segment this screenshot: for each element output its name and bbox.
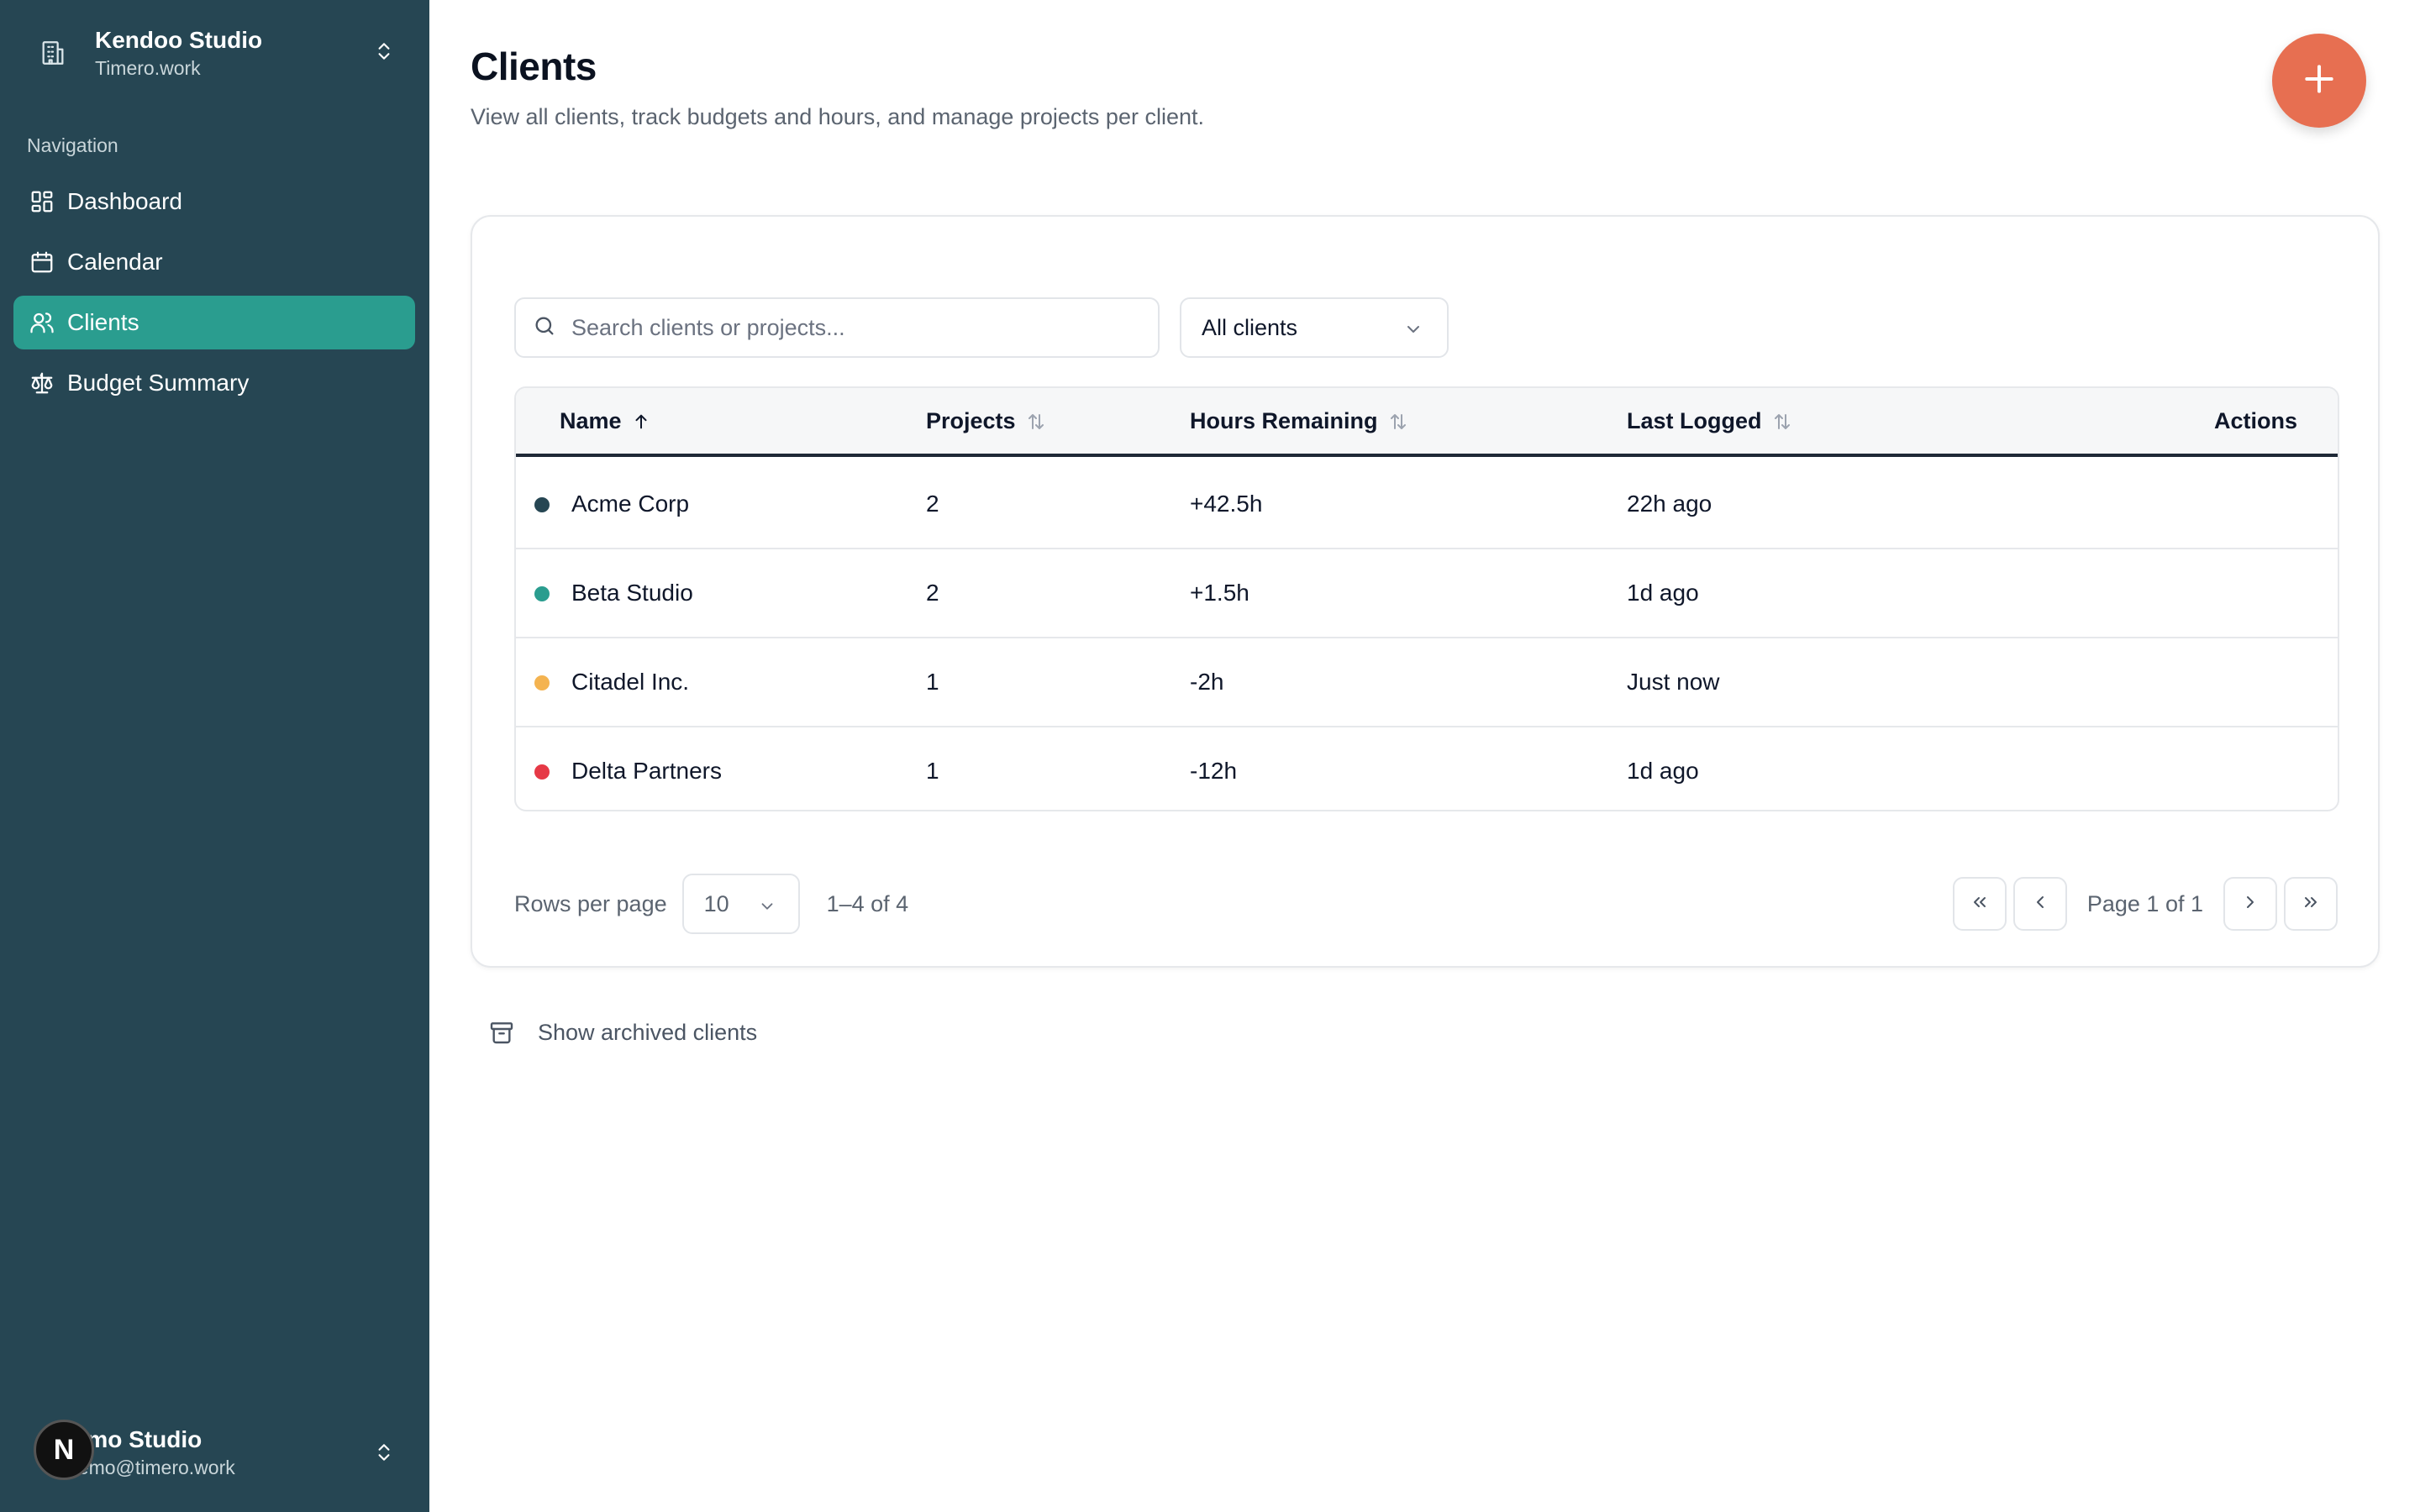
column-header-last-logged[interactable]: Last Logged [1627,408,1792,434]
user-switcher[interactable]: mo Studio demo@timero.work N [25,1420,412,1495]
chevrons-left-icon [1970,892,1990,916]
sidebar-item-budget-summary[interactable]: Budget Summary [13,356,415,410]
client-hours-remaining: -12h [1190,758,1238,784]
sidebar-item-label: Budget Summary [67,370,250,396]
chevron-right-icon [2240,892,2260,916]
client-color-dot [534,586,550,601]
clients-card: All clients Name Projects Hours Remainin… [471,215,2380,968]
plus-icon [2301,60,2338,102]
team-switcher[interactable]: Kendoo Studio Timero.work [25,18,412,87]
sidebar-item-calendar[interactable]: Calendar [13,235,415,289]
pagination-controls: Page 1 of 1 [1952,874,2338,934]
table-row[interactable]: Delta Partners 1 -12h 1d ago [516,727,2338,810]
client-color-dot [534,764,550,780]
client-projects: 2 [926,491,939,517]
sidebar: Kendoo Studio Timero.work Navigation Das… [0,0,429,1512]
sidebar-item-clients[interactable]: Clients [13,296,415,349]
chevron-down-icon [758,895,776,921]
team-domain: Timero.work [95,57,201,79]
client-name[interactable]: Delta Partners [571,758,722,785]
sidebar-item-label: Dashboard [67,188,182,214]
table-header: Name Projects Hours Remaining Last Logge… [516,388,2338,457]
sort-icon [1388,412,1408,432]
add-client-button[interactable] [2272,34,2366,128]
client-hours-remaining: -2h [1190,669,1224,695]
client-projects: 1 [926,669,939,695]
team-name: Kendoo Studio [95,27,263,53]
rows-per-page-value: 10 [703,890,729,916]
column-header-actions: Actions [2213,408,2297,433]
clients-table: Name Projects Hours Remaining Last Logge… [514,386,2339,811]
users-icon [29,309,55,336]
column-header-name[interactable]: Name [560,408,650,434]
layout-grid-icon [29,188,55,215]
sidebar-item-label: Clients [67,309,139,335]
rows-per-page-control: Rows per page 10 1–4 of 4 [514,874,908,934]
column-header-projects[interactable]: Projects [926,408,1046,434]
client-last-logged: 1d ago [1627,580,1699,606]
search-icon [533,314,556,342]
search-input[interactable] [571,314,1143,341]
chevrons-up-down-icon [373,1440,395,1469]
previous-page-button[interactable] [2012,877,2067,931]
last-page-button[interactable] [2284,877,2338,931]
nav-section-label: Navigation [27,134,118,156]
chevrons-up-down-icon [373,39,395,68]
chevron-left-icon [2030,892,2050,916]
building-icon [25,25,81,81]
client-color-dot [534,675,550,690]
first-page-button[interactable] [1952,877,2007,931]
page-description: View all clients, track budgets and hour… [471,104,1204,129]
arrow-up-icon [632,412,650,431]
client-projects: 2 [926,580,939,606]
client-last-logged: 1d ago [1627,758,1699,784]
table-row[interactable]: Acme Corp 2 +42.5h 22h ago [516,460,2338,549]
client-filter-select[interactable]: All clients [1180,297,1449,358]
avatar[interactable]: N [34,1420,94,1480]
user-email: demo@timero.work [67,1457,235,1478]
archive-icon [487,1018,516,1047]
sidebar-item-dashboard[interactable]: Dashboard [13,175,415,228]
show-archived-label: Show archived clients [538,1019,758,1045]
show-archived-button[interactable]: Show archived clients [487,1018,757,1047]
row-range: 1–4 of 4 [826,890,909,916]
rows-per-page-select[interactable]: 10 [681,874,800,934]
chevrons-right-icon [2301,892,2321,916]
table-row[interactable]: Citadel Inc. 1 -2h Just now [516,638,2338,727]
table-row[interactable]: Beta Studio 2 +1.5h 1d ago [516,549,2338,638]
scale-icon [29,370,55,396]
search-field[interactable] [514,297,1160,358]
filter-value: All clients [1202,314,1298,340]
column-header-hours-remaining[interactable]: Hours Remaining [1190,408,1408,434]
page-title: Clients [471,45,597,88]
rows-per-page-label: Rows per page [514,890,667,916]
client-name[interactable]: Beta Studio [571,580,693,606]
next-page-button[interactable] [2223,877,2277,931]
client-name[interactable]: Acme Corp [571,491,689,517]
client-last-logged: 22h ago [1627,491,1712,517]
chevron-down-icon [1403,319,1423,345]
sidebar-item-label: Calendar [67,249,163,275]
client-projects: 1 [926,758,939,784]
client-color-dot [534,497,550,512]
sort-icon [1772,412,1792,432]
calendar-icon [29,249,55,276]
client-hours-remaining: +42.5h [1190,491,1263,517]
client-last-logged: Just now [1627,669,1720,695]
page-indicator: Page 1 of 1 [2086,890,2203,916]
client-hours-remaining: +1.5h [1190,580,1249,606]
client-name[interactable]: Citadel Inc. [571,669,689,696]
sort-icon [1026,412,1046,432]
